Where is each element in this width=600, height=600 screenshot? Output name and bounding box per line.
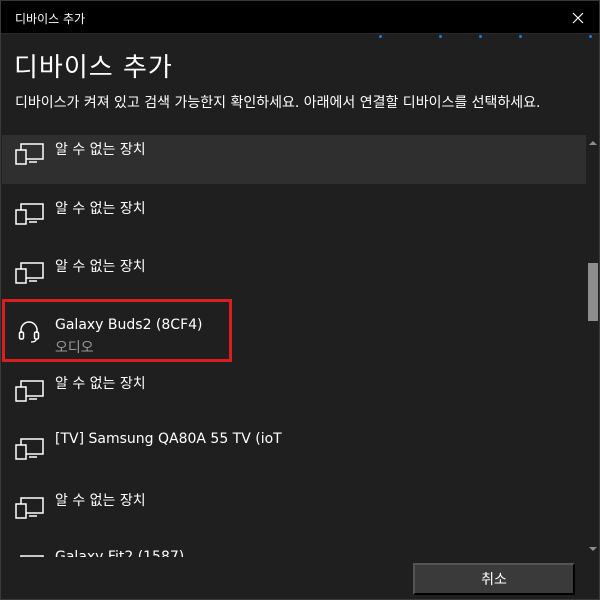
device-name: [TV] Samsung QA80A 55 TV (ioT	[55, 431, 282, 447]
device-display-icon	[15, 380, 44, 402]
device-name: 알 수 없는 장치	[55, 493, 146, 509]
device-list-item[interactable]: [TV] Samsung QA80A 55 TV (ioT	[2, 419, 586, 477]
page-title: 디바이스 추가	[14, 53, 173, 83]
device-display-icon	[15, 143, 44, 165]
device-display-icon	[15, 438, 44, 460]
progress-dot	[379, 35, 382, 38]
device-display-icon	[15, 203, 44, 225]
device-list-item[interactable]: Galaxy Buds2 (8CF4) 오디오	[2, 301, 586, 363]
window-title: 디바이스 추가	[15, 12, 86, 26]
device-list-item[interactable]: 알 수 없는 장치	[2, 135, 586, 184]
device-list: 알 수 없는 장치 알 수 없는 장치 알 수 없는 장치 Galaxy Bud…	[2, 135, 586, 557]
device-category: 오디오	[55, 340, 94, 356]
instructions-text: 디바이스가 켜져 있고 검색 가능한지 확인하세요. 아래에서 연결할 디바이스…	[15, 95, 541, 111]
device-list-item[interactable]: 알 수 없는 장치	[2, 243, 586, 301]
device-list-scrollbar[interactable]	[586, 135, 599, 557]
device-list-item[interactable]: Galaxy Fit2 (1587)	[2, 535, 586, 557]
scrollbar-thumb[interactable]	[588, 263, 598, 321]
device-name: 알 수 없는 장치	[55, 201, 146, 217]
progress-dot	[439, 35, 442, 38]
add-device-window: 디바이스 추가 디바이스 추가 디바이스가 켜져 있고 검색 가능한지 확인하세…	[0, 0, 600, 600]
cancel-button[interactable]: 취소	[413, 563, 575, 595]
device-name: 알 수 없는 장치	[55, 142, 146, 158]
device-display-icon	[20, 555, 44, 557]
device-display-icon	[15, 262, 44, 284]
progress-dot	[479, 35, 482, 38]
device-name: 알 수 없는 장치	[55, 259, 146, 275]
title-bar: 디바이스 추가	[1, 1, 599, 34]
scroll-down-icon[interactable]	[589, 545, 597, 553]
device-list-item[interactable]: 알 수 없는 장치	[2, 361, 586, 419]
progress-dot	[519, 35, 522, 38]
close-button[interactable]	[555, 1, 599, 34]
close-icon	[572, 12, 584, 23]
device-name: 알 수 없는 장치	[55, 376, 146, 392]
device-display-icon	[15, 497, 44, 519]
device-list-item[interactable]: 알 수 없는 장치	[2, 184, 586, 242]
scroll-up-icon[interactable]	[589, 139, 597, 147]
headset-icon	[18, 321, 40, 343]
device-name: Galaxy Fit2 (1587)	[55, 549, 185, 557]
progress-dot	[589, 35, 592, 38]
device-list-item[interactable]: 알 수 없는 장치	[2, 477, 586, 535]
device-name: Galaxy Buds2 (8CF4)	[55, 317, 203, 333]
